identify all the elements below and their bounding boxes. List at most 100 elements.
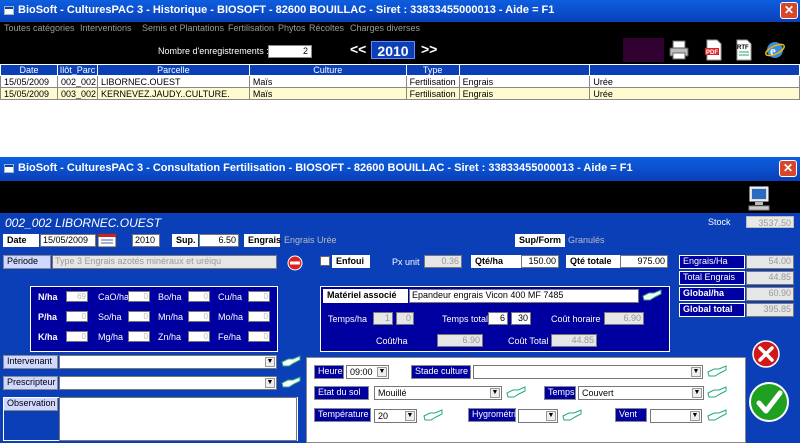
table-cell: KERNEVEZ.JAUDY..CULTURE. (96, 87, 250, 100)
chevron-down-icon: ▼ (546, 411, 556, 421)
menu-item-recoltes[interactable]: Récoltes (309, 23, 344, 33)
col-header-type[interactable]: Type (405, 64, 460, 76)
sup-field[interactable]: 6.50 (199, 234, 239, 247)
menu-item-semis[interactable]: Semis et Plantations (142, 23, 224, 33)
hygrometrie-select[interactable]: ▼ (518, 409, 558, 423)
hand-pointer-icon[interactable] (707, 386, 727, 400)
supform-value: Granulés (568, 235, 605, 245)
periode-field[interactable]: Type 3 Engrais azotés minéraux et uréiqu (52, 255, 277, 269)
element-label: Fe/ha (218, 332, 242, 342)
hand-pointer-icon[interactable] (707, 409, 727, 423)
col-header-culture[interactable]: Culture (248, 64, 407, 76)
element-field[interactable]: 0 (188, 331, 210, 342)
temps-total-minutes[interactable]: 30 (511, 312, 531, 325)
element-field[interactable]: 0 (248, 311, 270, 322)
record-count-label: Nombre d'enregistrements : (158, 46, 269, 56)
prev-year-button[interactable]: << (350, 41, 366, 57)
heure-select[interactable]: 09:00 ▼ (346, 365, 389, 379)
year-field[interactable]: 2010 (132, 234, 160, 247)
table-cell: Engrais (458, 75, 591, 88)
temperature-label: Température (314, 408, 371, 422)
menu-item-charges[interactable]: Charges diverses (350, 23, 420, 33)
qtetotale-field[interactable]: 975.00 (620, 255, 668, 268)
history-table: Date Ilôt_Parc Parcelle Culture Type 15/… (0, 64, 800, 100)
element-label: So/ha (98, 312, 122, 322)
element-field[interactable]: 0 (66, 311, 88, 322)
stade-select[interactable]: ▼ (473, 365, 703, 379)
element-field[interactable]: 0 (248, 291, 270, 302)
col-header-date[interactable]: Date (0, 64, 58, 76)
stock-field: 3537.50 (746, 216, 794, 228)
table-row[interactable]: 15/05/2009 003_002 KERNEVEZ.JAUDY..CULTU… (0, 87, 800, 100)
date-field[interactable]: 15/05/2009 (40, 234, 96, 247)
col-header-6[interactable] (458, 64, 591, 76)
element-field[interactable]: 0 (188, 311, 210, 322)
temperature-value: 20 (378, 411, 389, 421)
prescripteur-select[interactable]: ▼ (59, 376, 277, 390)
table-cell: Maïs (248, 75, 407, 88)
element-field[interactable]: 0 (248, 331, 270, 342)
col-header-ilot[interactable]: Ilôt_Parc (56, 64, 98, 76)
table-row[interactable]: 15/05/2009 002_002 LIBORNEC.OUEST Maïs F… (0, 75, 800, 88)
materiel-label: Matériel associé (323, 289, 408, 303)
element-field[interactable]: 0 (128, 311, 150, 322)
front-close-button[interactable]: ✕ (779, 160, 797, 177)
menu-item-fertilisation[interactable]: Fertilisation (228, 23, 274, 33)
temps-total-hours[interactable]: 6 (488, 312, 508, 325)
table-cell: Engrais (458, 87, 591, 100)
element-field[interactable]: 0 (188, 291, 210, 302)
qteha-field[interactable]: 150.00 (521, 255, 559, 268)
calendar-icon[interactable] (97, 233, 117, 248)
cout-ha-label: Coût/ha (376, 336, 408, 346)
hand-pointer-icon[interactable] (506, 386, 526, 400)
temps-value: Couvert (582, 388, 614, 398)
front-window-titlebar: BioSoft - CulturesPAC 3 - Consultation F… (0, 157, 800, 181)
temps-ha-hours[interactable]: 1 (373, 312, 393, 325)
element-field[interactable]: 0 (128, 291, 150, 302)
heure-value: 09:00 (350, 367, 373, 377)
pxunit-field: 0.36 (424, 255, 462, 268)
hand-pointer-icon[interactable] (281, 355, 301, 369)
temperature-select[interactable]: 20 ▼ (374, 409, 417, 423)
hand-pointer-icon[interactable] (281, 376, 301, 390)
cout-horaire-field: 6.90 (604, 312, 644, 325)
enfoui-checkbox[interactable] (320, 256, 330, 266)
hand-pointer-icon[interactable] (707, 365, 727, 379)
element-field[interactable]: 0 (128, 331, 150, 342)
toolbar-blank-button[interactable] (623, 38, 664, 62)
hand-pointer-icon[interactable] (642, 289, 662, 303)
printer-icon[interactable] (668, 39, 690, 61)
temps-total-label: Temps total (442, 314, 489, 324)
intervenant-select[interactable]: ▼ (59, 355, 277, 369)
element-field[interactable]: 0 (66, 331, 88, 342)
temps-select[interactable]: Couvert ▼ (578, 386, 704, 400)
back-close-button[interactable]: ✕ (780, 2, 798, 19)
cancel-button[interactable] (751, 339, 781, 369)
global-ha-label: Global/ha (679, 287, 745, 301)
menu-item-interventions[interactable]: Interventions (80, 23, 132, 33)
front-window-title: BioSoft - CulturesPAC 3 - Consultation F… (18, 162, 633, 174)
etatsol-select[interactable]: Mouillé ▼ (374, 386, 502, 400)
menu-item-all[interactable]: Toutes catégories (4, 23, 75, 33)
next-year-button[interactable]: >> (421, 41, 437, 57)
rtf-icon[interactable]: RTF (733, 39, 755, 61)
table-cell: 15/05/2009 (0, 75, 58, 88)
menu-item-phytos[interactable]: Phytos (278, 23, 306, 33)
no-entry-icon[interactable] (287, 255, 303, 271)
observation-textarea[interactable] (59, 397, 297, 441)
vent-select[interactable]: ▼ (650, 409, 702, 423)
col-header-7[interactable] (589, 64, 800, 76)
pdf-icon[interactable]: PDF (703, 39, 725, 61)
hand-pointer-icon[interactable] (562, 409, 582, 423)
col-header-parcelle[interactable]: Parcelle (96, 64, 250, 76)
hand-pointer-icon[interactable] (423, 409, 443, 423)
internet-explorer-icon[interactable]: e (764, 39, 786, 61)
back-window-title: BioSoft - CulturesPAC 3 - Historique - B… (18, 4, 555, 16)
computer-icon[interactable] (748, 185, 770, 211)
periode-label: Période (3, 255, 51, 269)
temps-ha-minutes[interactable]: 0 (396, 312, 414, 325)
materiel-field[interactable]: Epandeur engrais Vicon 400 MF 7485 (409, 289, 639, 303)
ok-button[interactable] (748, 381, 790, 423)
element-field[interactable]: 69 (66, 291, 88, 302)
form-panel: Date 15/05/2009 2010 Sup. 6.50 Engrais E… (0, 231, 800, 443)
